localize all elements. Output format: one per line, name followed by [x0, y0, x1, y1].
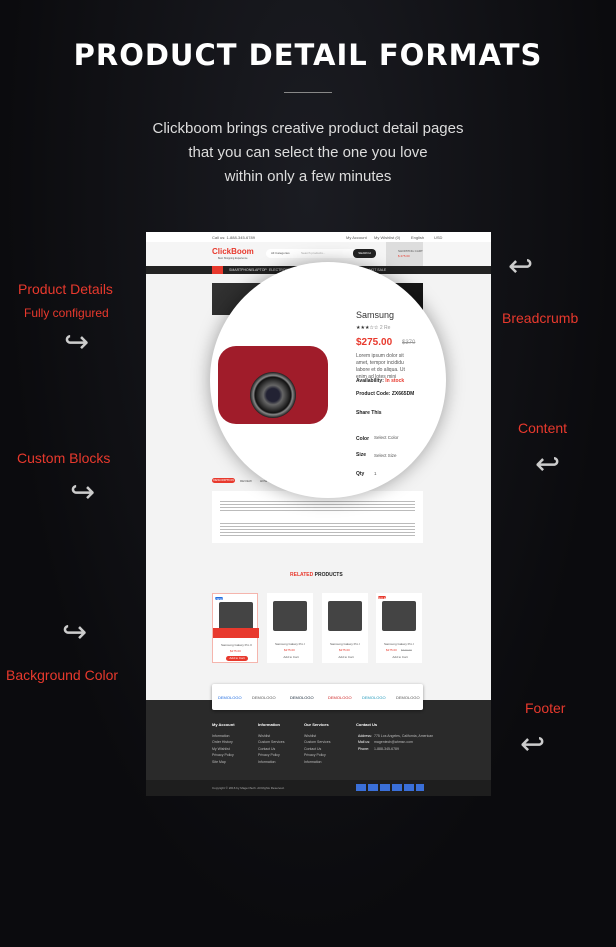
product-card[interactable]: Samsung Galaxy Pro I $275.00 Add to Cart	[267, 593, 313, 663]
arrow-icon: ↪	[70, 476, 96, 509]
page-title: PRODUCT DETAIL FORMATS	[73, 38, 543, 72]
share-label[interactable]: Share This	[356, 410, 382, 416]
callout-content: Content	[518, 420, 568, 436]
arrow-icon: ↩	[520, 728, 546, 761]
arrow-icon: ↪	[64, 326, 90, 359]
home-icon[interactable]	[212, 266, 223, 274]
size-select[interactable]: Select Size	[372, 450, 400, 461]
search-button[interactable]: SEARCH	[353, 249, 376, 258]
arrow-icon: ↩	[508, 250, 534, 283]
callout-product-details-sub: Fully configured	[24, 306, 109, 320]
product-card[interactable]: Samsung Galaxy Pro I $275.00 Add to Cart	[322, 593, 368, 663]
callout-footer: Footer	[525, 700, 566, 716]
related-title: RELATED PRODUCTS	[290, 572, 343, 578]
product-card[interactable]: SALE Samsung Galaxy Pro I $275.00 $320.0…	[376, 593, 422, 663]
rating-stars: ★★★☆☆ 2 Re	[356, 325, 391, 331]
availability: Availability: In stock	[356, 378, 405, 384]
search-input[interactable]: All Categories Search products... SEARCH	[266, 249, 376, 258]
size-label: Size	[356, 452, 367, 458]
qty-label: Qty	[356, 471, 365, 477]
short-description: Lorem ipsum dolor sit amet, tempor incid…	[356, 353, 405, 380]
topbar: Call us: 1-888-345-6789 My Account My Wi…	[146, 232, 491, 242]
camera-lens-icon	[250, 372, 296, 418]
callout-custom-blocks: Custom Blocks	[17, 450, 111, 466]
arrow-icon: ↪	[62, 616, 88, 649]
description-block	[212, 491, 423, 543]
arrow-icon: ↩	[535, 448, 561, 481]
tab-review[interactable]: REVIEW	[240, 479, 252, 483]
product-name: Samsung	[356, 310, 395, 320]
copyright-bar: Copyright © 2016 by MagenTech. All Right…	[146, 780, 491, 796]
qty-input[interactable]: 1	[372, 469, 382, 478]
old-price: $370	[402, 340, 416, 346]
divider	[284, 92, 332, 93]
payment-icons	[356, 784, 424, 791]
product-price: $275.00	[356, 337, 393, 348]
callout-product-details: Product Details	[18, 281, 113, 297]
description: Clickboom brings creative product detail…	[152, 120, 464, 185]
brand-logos: DEMOLOGO DEMOLOGO DEMOLOGO DEMOLOGO DEMO…	[212, 684, 423, 710]
footer: My Account Information Order History My …	[146, 700, 491, 780]
color-label: Color	[356, 436, 370, 442]
color-select[interactable]: Select Color	[372, 432, 408, 443]
cart-button[interactable]: SHOPPING CART $ 275.00	[386, 242, 423, 266]
tab-description[interactable]: DESCRIPTION	[212, 478, 235, 483]
callout-background-color: Background Color	[6, 667, 119, 683]
callout-breadcrumb: Breadcrumb	[502, 310, 579, 326]
product-code: Product Code: ZX665DM	[356, 391, 415, 397]
logo[interactable]: ClickBoom	[212, 247, 254, 256]
product-card[interactable]: NEW Samsung Galaxy Pro II $275.00 Add to…	[212, 593, 259, 663]
